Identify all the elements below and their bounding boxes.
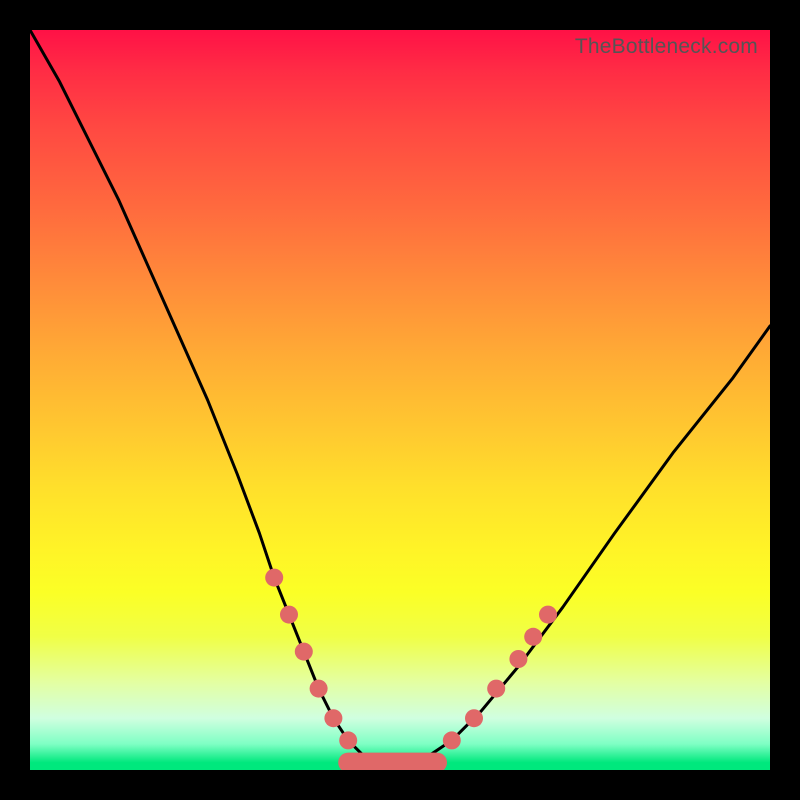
curve-marker-dot <box>324 709 342 727</box>
curve-markers-right <box>443 606 557 750</box>
curve-markers-left <box>265 569 357 750</box>
curve-marker-dot <box>280 606 298 624</box>
curve-marker-dot <box>310 680 328 698</box>
curve-marker-dot <box>509 650 527 668</box>
curve-marker-dot <box>339 731 357 749</box>
bottleneck-curve-svg <box>30 30 770 770</box>
curve-marker-dot <box>487 680 505 698</box>
chart-frame: TheBottleneck.com <box>0 0 800 800</box>
curve-marker-dot <box>539 606 557 624</box>
curve-marker-dot <box>443 731 461 749</box>
plot-area: TheBottleneck.com <box>30 30 770 770</box>
curve-marker-dot <box>524 628 542 646</box>
curve-marker-dot <box>265 569 283 587</box>
bottleneck-curve <box>30 30 770 763</box>
curve-marker-dot <box>295 643 313 661</box>
curve-marker-dot <box>465 709 483 727</box>
